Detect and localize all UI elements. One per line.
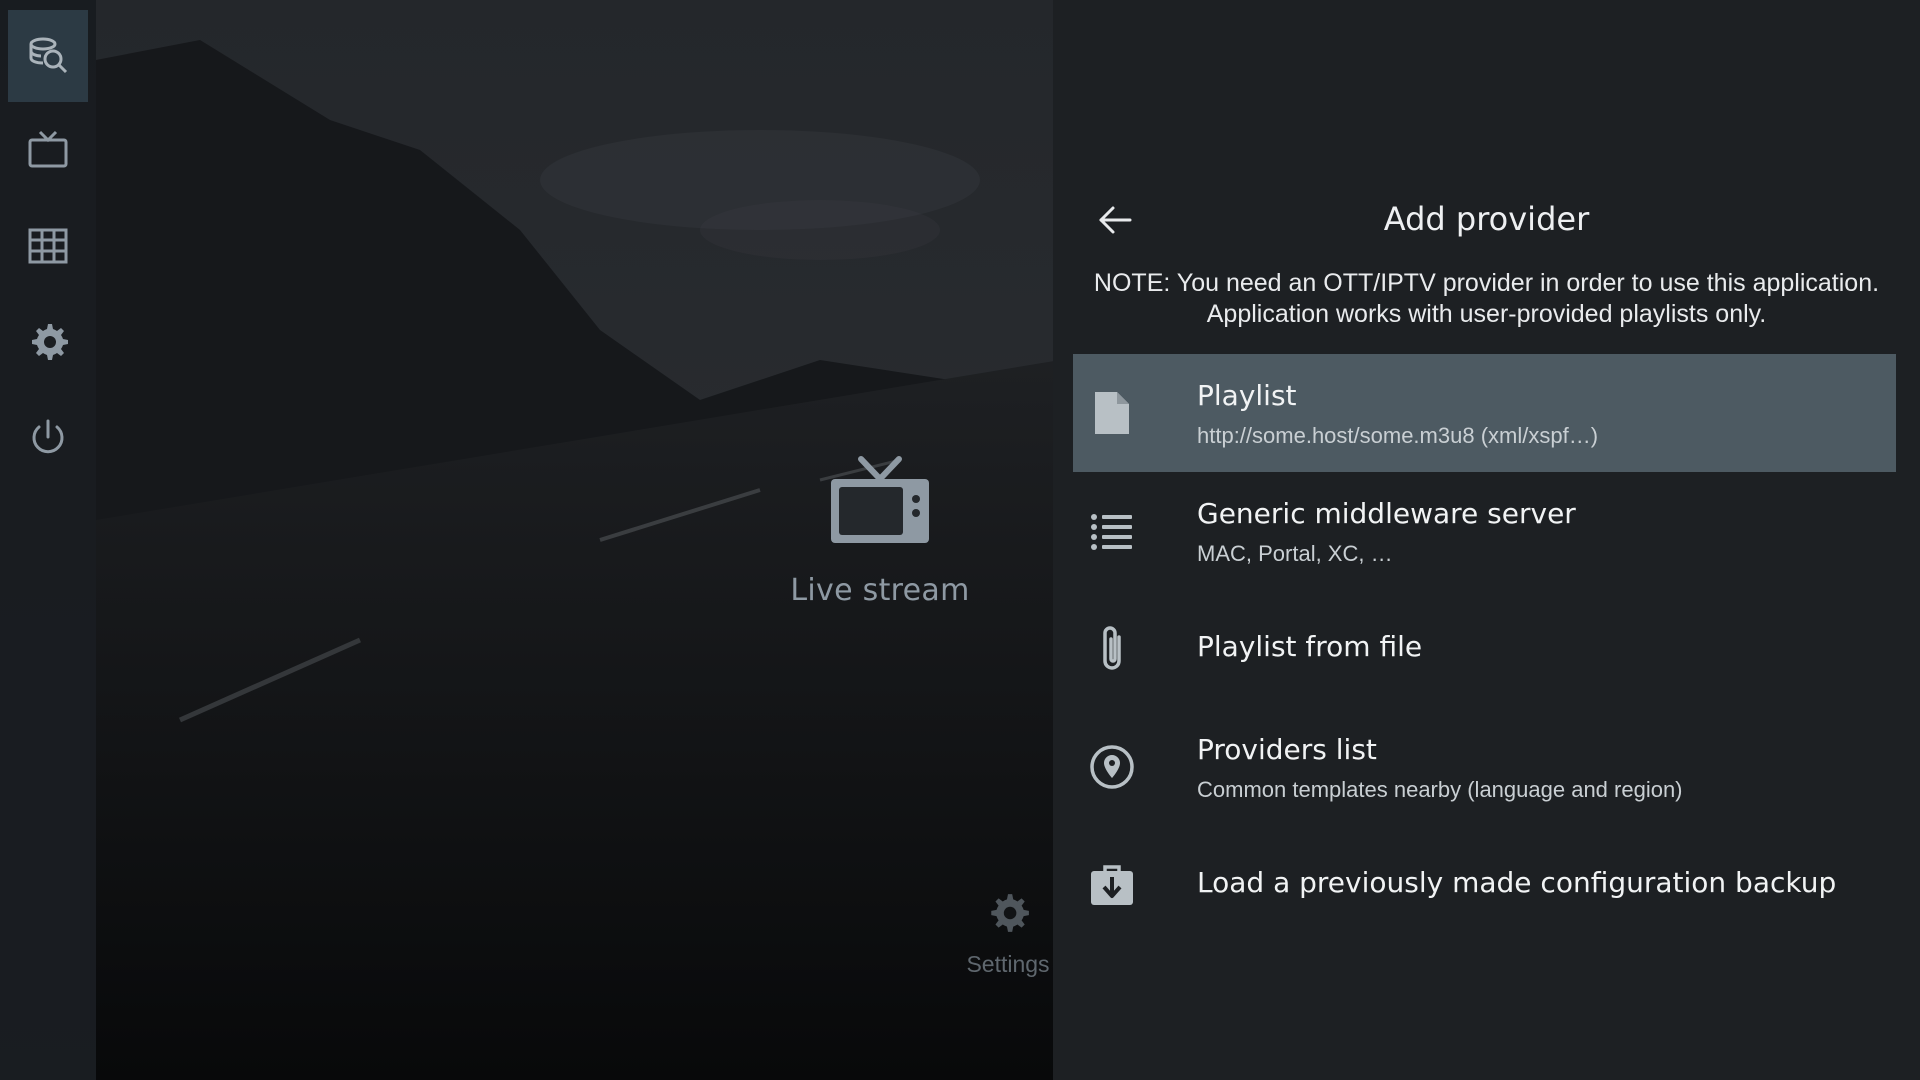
nav-rail: [0, 0, 96, 1080]
live-stream-tile[interactable]: Live stream: [760, 455, 1000, 655]
settings-label: Settings: [966, 951, 1050, 977]
option-providers-list[interactable]: Providers list Common templates nearby (…: [1073, 708, 1896, 826]
option-title: Providers list: [1197, 733, 1377, 766]
gear-icon: [26, 320, 70, 369]
add-provider-panel: Add provider NOTE: You need an OTT/IPTV …: [1053, 0, 1920, 1080]
tv-icon: [825, 456, 935, 554]
option-load-backup[interactable]: Load a previously made configuration bac…: [1073, 826, 1896, 944]
gear-icon: [985, 894, 1031, 940]
note-line-1: NOTE: You need an OTT/IPTV provider in o…: [1093, 269, 1880, 297]
provider-note: NOTE: You need an OTT/IPTV provider in o…: [1073, 268, 1900, 330]
option-subtitle: MAC, Portal, XC, …: [1197, 541, 1393, 566]
app-root: Live stream Settings Add provider NOTE: …: [0, 0, 1920, 1080]
rail-item-grid[interactable]: [8, 202, 88, 294]
rail-item-settings[interactable]: [8, 298, 88, 390]
file-icon: [1087, 388, 1137, 438]
provider-options-list: Playlist http://some.host/some.m3u8 (xml…: [1073, 354, 1896, 944]
rail-item-tv[interactable]: [8, 106, 88, 198]
option-title: Generic middleware server: [1197, 497, 1576, 530]
list-icon: [1087, 506, 1137, 556]
panel-title: Add provider: [1383, 200, 1590, 238]
option-title: Playlist from file: [1197, 630, 1423, 663]
option-playlist-from-file[interactable]: Playlist from file: [1073, 590, 1896, 708]
live-stream-label: Live stream: [790, 573, 970, 608]
option-title: Playlist: [1197, 379, 1297, 412]
option-subtitle: http://some.host/some.m3u8 (xml/xspf…): [1197, 423, 1599, 448]
option-title: Load a previously made configuration bac…: [1197, 866, 1837, 899]
settings-tile[interactable]: Settings: [950, 890, 1066, 1000]
rail-item-power[interactable]: [8, 394, 88, 486]
paperclip-icon: [1087, 624, 1137, 674]
backup-icon: [1087, 860, 1137, 910]
option-middleware-server[interactable]: Generic middleware server MAC, Portal, X…: [1073, 472, 1896, 590]
note-line-2: Application works with user-provided pla…: [1206, 300, 1767, 328]
power-icon: [26, 416, 70, 465]
option-playlist[interactable]: Playlist http://some.host/some.m3u8 (xml…: [1073, 354, 1896, 472]
rail-item-search[interactable]: [8, 10, 88, 102]
location-icon: [1087, 742, 1137, 792]
tv-icon: [26, 128, 70, 177]
search-icon: [26, 32, 70, 81]
option-subtitle: Common templates nearby (language and re…: [1197, 777, 1683, 802]
grid-icon: [26, 224, 70, 273]
panel-header: Add provider: [1053, 190, 1920, 254]
